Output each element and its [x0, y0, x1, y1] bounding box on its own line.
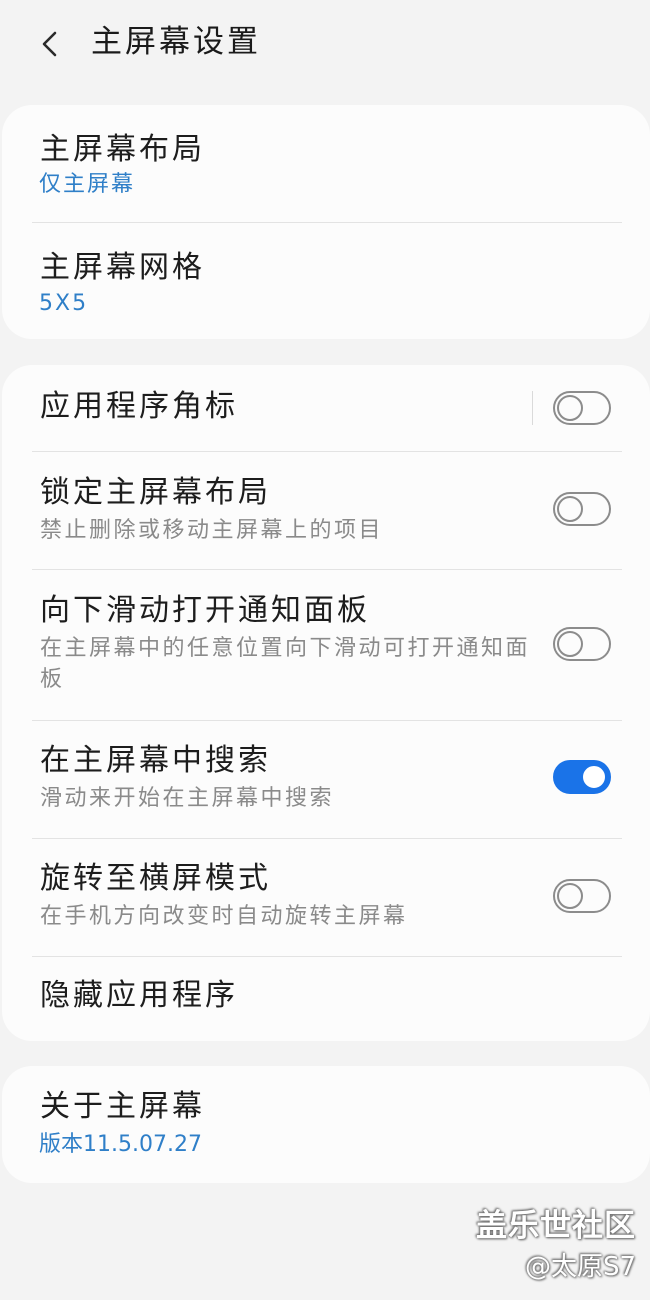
app-badges-row[interactable]: 应用程序角标 — [2, 365, 650, 451]
about-title: 关于主屏幕 — [40, 1089, 205, 1124]
toggle-knob — [557, 395, 583, 421]
toggle-knob — [557, 883, 583, 909]
app-badges-toggle[interactable] — [553, 391, 611, 425]
hide-apps-title: 隐藏应用程序 — [40, 978, 238, 1013]
home-layout-row[interactable]: 主屏幕布局 仅主屏幕 — [2, 105, 650, 222]
chevron-left-icon — [42, 31, 57, 57]
toggle-knob — [557, 631, 583, 657]
about-row[interactable]: 关于主屏幕 版本11.5.07.27 — [2, 1066, 650, 1183]
rotate-subtitle: 在手机方向改变时自动旋转主屏幕 — [40, 904, 408, 929]
rotate-toggle[interactable] — [553, 879, 611, 913]
home-search-subtitle: 滑动来开始在主屏幕中搜索 — [40, 786, 335, 811]
swipe-notifications-subtitle: 在主屏幕中的任意位置向下滑动可打开通知面板 — [40, 636, 531, 692]
home-layout-value: 仅主屏幕 — [39, 172, 136, 197]
home-search-title: 在主屏幕中搜索 — [40, 743, 271, 778]
swipe-notifications-row[interactable]: 向下滑动打开通知面板 在主屏幕中的任意位置向下滑动可打开通知面板 — [2, 570, 650, 720]
hide-apps-row[interactable]: 隐藏应用程序 — [2, 957, 650, 1041]
toggle-knob — [557, 496, 583, 522]
card-about: 关于主屏幕 版本11.5.07.27 — [2, 1066, 650, 1183]
about-version: 版本11.5.07.27 — [39, 1132, 202, 1157]
rotate-row[interactable]: 旋转至横屏模式 在手机方向改变时自动旋转主屏幕 — [2, 839, 650, 956]
home-search-row[interactable]: 在主屏幕中搜索 滑动来开始在主屏幕中搜索 — [2, 721, 650, 838]
page-title: 主屏幕设置 — [91, 24, 261, 60]
swipe-notifications-title: 向下滑动打开通知面板 — [40, 593, 370, 628]
home-grid-value: 5X5 — [39, 291, 89, 316]
app-bar: 主屏幕设置 — [0, 0, 650, 86]
home-grid-row[interactable]: 主屏幕网格 5X5 — [2, 223, 650, 339]
app-badges-title: 应用程序角标 — [40, 389, 238, 424]
lock-layout-toggle[interactable] — [553, 492, 611, 526]
card-options: 应用程序角标 锁定主屏幕布局 禁止删除或移动主屏幕上的项目 向下滑动打开通知面板… — [2, 365, 650, 1041]
rotate-title: 旋转至横屏模式 — [40, 861, 271, 896]
lock-layout-subtitle: 禁止删除或移动主屏幕上的项目 — [40, 518, 384, 543]
home-layout-title: 主屏幕布局 — [40, 132, 205, 167]
home-grid-title: 主屏幕网格 — [40, 250, 205, 285]
card-layout: 主屏幕布局 仅主屏幕 主屏幕网格 5X5 — [2, 105, 650, 339]
lock-layout-row[interactable]: 锁定主屏幕布局 禁止删除或移动主屏幕上的项目 — [2, 452, 650, 569]
vertical-separator — [532, 391, 533, 425]
watermark-author: @太原S7 — [524, 1252, 636, 1282]
lock-layout-title: 锁定主屏幕布局 — [40, 475, 271, 510]
swipe-notifications-toggle[interactable] — [553, 627, 611, 661]
home-search-toggle[interactable] — [553, 760, 611, 794]
watermark-brand: 盖乐世社区 — [476, 1208, 636, 1244]
toggle-knob — [581, 764, 607, 790]
back-button[interactable] — [26, 20, 74, 68]
